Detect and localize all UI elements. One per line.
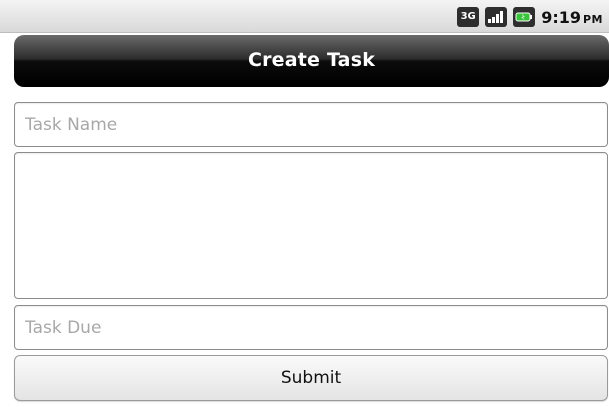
clock-ampm: PM xyxy=(582,12,603,26)
status-icons: 3G 9:19 PM xyxy=(457,6,603,28)
page-title: Create Task xyxy=(247,49,376,71)
network-label: 3G xyxy=(460,11,476,22)
task-description-textarea[interactable] xyxy=(14,152,608,299)
task-name-input[interactable] xyxy=(14,102,608,147)
clock: 9:19 PM xyxy=(541,8,603,27)
status-bar: 3G 9:19 PM xyxy=(0,0,609,33)
submit-label: Submit xyxy=(280,368,342,388)
task-due-input[interactable] xyxy=(14,305,608,350)
clock-time: 9:19 xyxy=(541,7,581,27)
title-bar: Create Task xyxy=(14,35,609,87)
submit-button[interactable]: Submit xyxy=(14,355,608,401)
battery-icon xyxy=(513,7,536,27)
signal-strength-icon xyxy=(485,7,508,27)
network-3g-icon: 3G xyxy=(457,7,480,27)
